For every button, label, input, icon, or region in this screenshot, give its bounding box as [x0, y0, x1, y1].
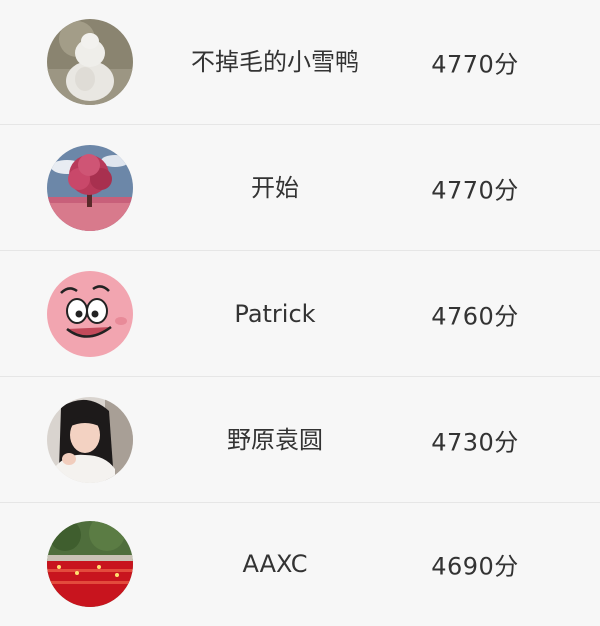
player-score: 4690分 [431, 552, 519, 581]
snowman-avatar-icon[interactable] [47, 19, 133, 105]
patrick-star-avatar-icon[interactable] [47, 270, 133, 357]
red-garden-avatar-icon[interactable] [47, 521, 133, 607]
leaderboard-list: 不掉毛的小雪鸭 4770分 开始 4770分 Patrick 4760分 野原袁… [0, 0, 600, 626]
leaderboard-row[interactable]: AAXC 4690分 [0, 503, 600, 625]
pink-tree-avatar-icon[interactable] [47, 144, 133, 231]
leaderboard-row[interactable]: Patrick 4760分 [0, 251, 600, 377]
player-score: 4770分 [431, 176, 519, 204]
player-name: 不掉毛的小雪鸭 [191, 48, 359, 76]
player-score: 4760分 [431, 302, 519, 330]
player-score: 4770分 [431, 50, 519, 79]
player-name: AAXC [242, 550, 308, 578]
player-name: Patrick [234, 299, 316, 328]
player-name: 开始 [251, 173, 299, 202]
leaderboard-row[interactable]: 野原袁圆 4730分 [0, 377, 600, 503]
leaderboard-row[interactable]: 开始 4770分 [0, 125, 600, 251]
player-name: 野原袁圆 [227, 425, 323, 454]
leaderboard-row[interactable]: 不掉毛的小雪鸭 4770分 [0, 0, 600, 125]
player-score: 4730分 [431, 428, 519, 456]
girl-photo-avatar-icon[interactable] [47, 396, 133, 483]
